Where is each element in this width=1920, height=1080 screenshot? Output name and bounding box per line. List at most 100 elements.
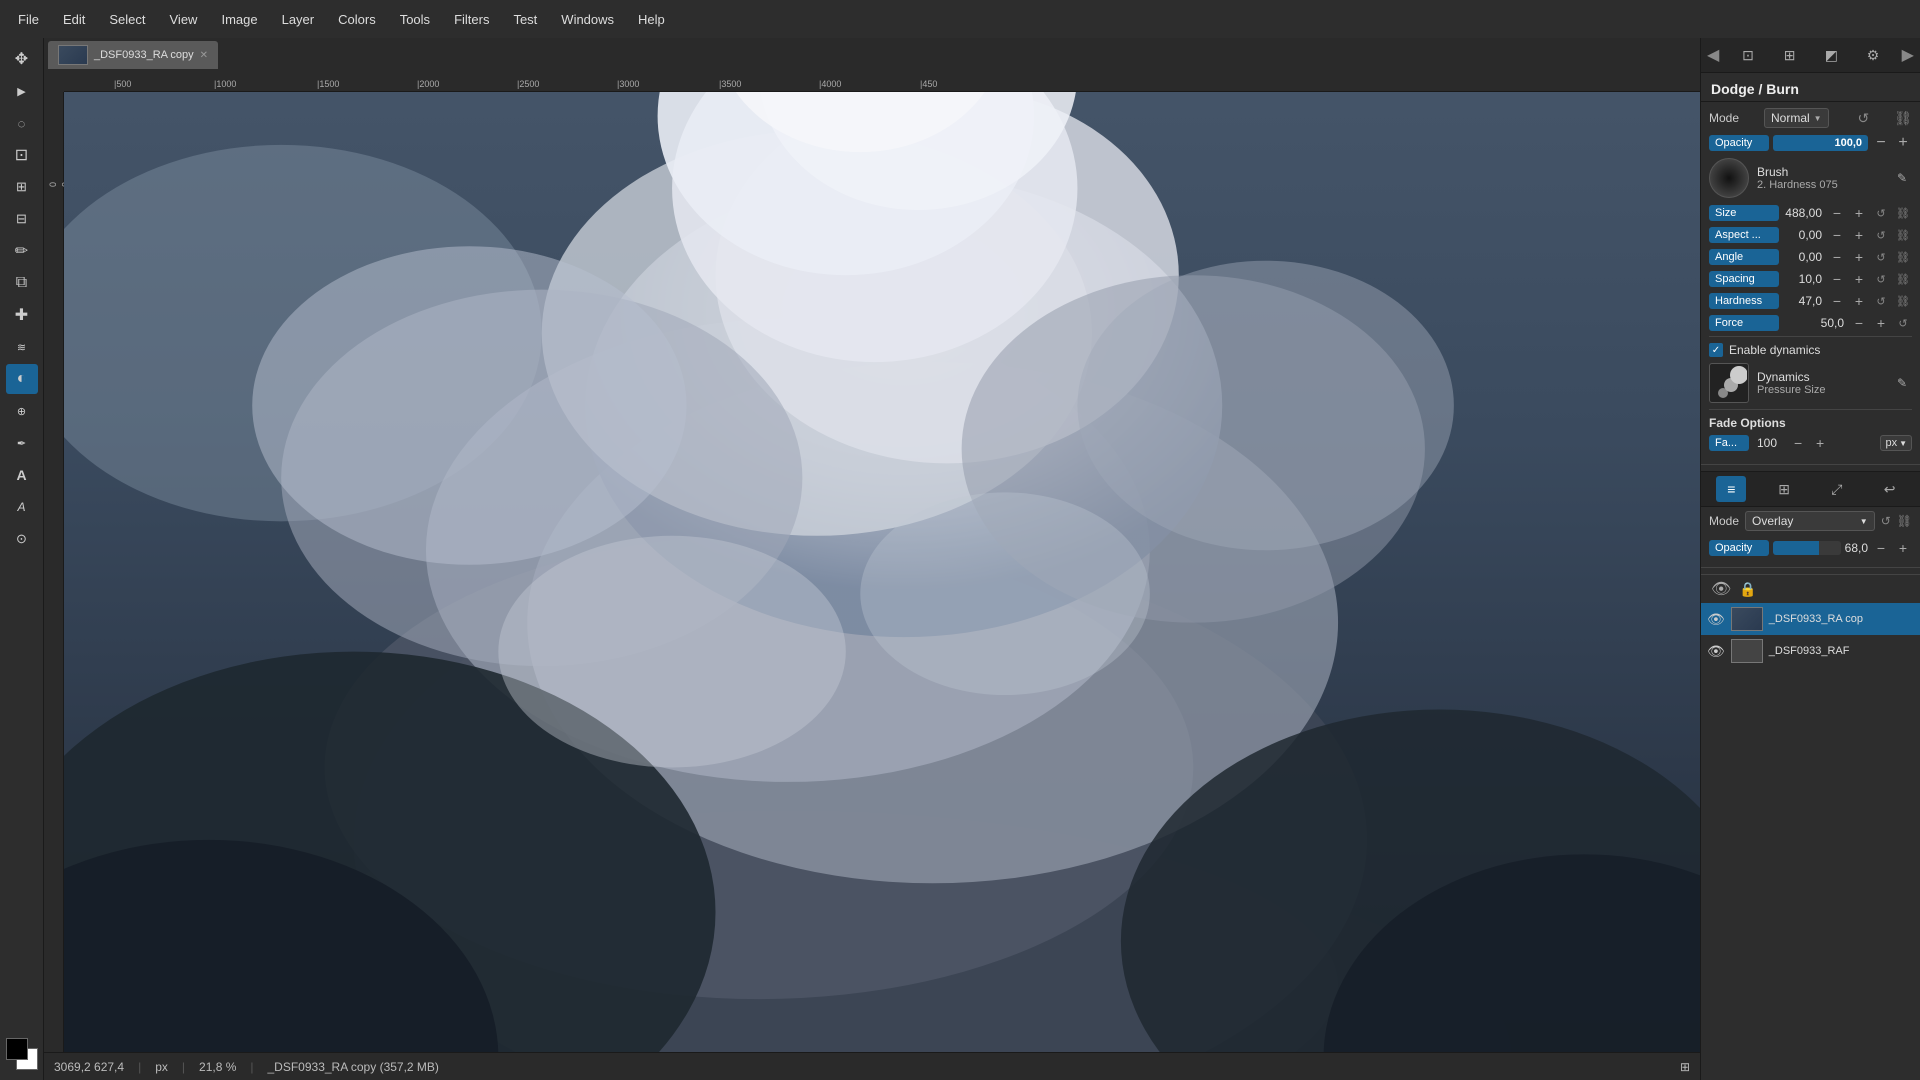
bottom-mode-reset[interactable]: ↺: [1881, 514, 1891, 528]
color-swatches[interactable]: [6, 1038, 38, 1070]
dynamics-icon[interactable]: [1709, 363, 1749, 403]
status-expand[interactable]: ⊞: [1680, 1060, 1690, 1074]
bottom-mode-dropdown[interactable]: Overlay ▼: [1745, 511, 1875, 531]
ctrl-label-spacing[interactable]: Spacing: [1709, 271, 1779, 287]
tool-transform[interactable]: ⊡: [6, 140, 38, 170]
layer-item-0[interactable]: 👁 _DSF0933_RA cop: [1701, 603, 1920, 635]
bottom-opacity-minus[interactable]: −: [1872, 539, 1890, 557]
tool-pencil[interactable]: ✏: [6, 236, 38, 266]
menu-view[interactable]: View: [160, 8, 208, 31]
ctrl-plus-angle[interactable]: +: [1850, 248, 1868, 266]
panel-icon-tab-expand[interactable]: ⤢: [1822, 476, 1852, 502]
ctrl-label-hardness[interactable]: Hardness: [1709, 293, 1779, 309]
ctrl-chain-aspect[interactable]: ⛓: [1894, 226, 1912, 244]
menu-help[interactable]: Help: [628, 8, 675, 31]
menu-select[interactable]: Select: [99, 8, 155, 31]
tool-heal[interactable]: ✚: [6, 300, 38, 330]
panel-icon-settings[interactable]: ⚙: [1860, 42, 1886, 68]
brush-edit-button[interactable]: ✎: [1892, 168, 1912, 188]
ctrl-reset-spacing[interactable]: ↺: [1872, 270, 1890, 288]
bottom-opacity-track[interactable]: [1773, 541, 1841, 555]
ctrl-plus-hardness[interactable]: +: [1850, 292, 1868, 310]
fade-label[interactable]: Fa...: [1709, 435, 1749, 451]
panel-icon-tab-list[interactable]: ≡: [1716, 476, 1746, 502]
fade-minus[interactable]: −: [1789, 434, 1807, 452]
menu-image[interactable]: Image: [211, 8, 267, 31]
mode-reset-icon[interactable]: ↺: [1858, 110, 1870, 127]
menu-tools[interactable]: Tools: [390, 8, 440, 31]
tool-dodge-burn[interactable]: ◐: [6, 364, 38, 394]
bottom-opacity-label[interactable]: Opacity: [1709, 540, 1769, 556]
menu-file[interactable]: File: [8, 8, 49, 31]
tool-playback[interactable]: ▶: [6, 76, 38, 106]
eye-icon[interactable]: 👁: [1711, 579, 1731, 599]
canvas-viewport[interactable]: [64, 92, 1700, 1052]
tool-text[interactable]: A: [6, 460, 38, 490]
doc-tab-close[interactable]: ✕: [200, 50, 208, 61]
ctrl-chain-hardness[interactable]: ⛓: [1894, 292, 1912, 310]
ctrl-label-aspect[interactable]: Aspect ...: [1709, 227, 1779, 243]
bottom-mode-chain[interactable]: ⛓: [1897, 514, 1912, 528]
ctrl-chain-angle[interactable]: ⛓: [1894, 248, 1912, 266]
ctrl-label-force[interactable]: Force: [1709, 315, 1779, 331]
ctrl-minus-angle[interactable]: −: [1828, 248, 1846, 266]
ctrl-label-size[interactable]: Size: [1709, 205, 1779, 221]
menu-filters[interactable]: Filters: [444, 8, 499, 31]
opacity-track[interactable]: 100,0: [1773, 135, 1868, 151]
enable-dynamics-checkbox[interactable]: ✓: [1709, 343, 1723, 357]
menu-windows[interactable]: Windows: [551, 8, 624, 31]
ctrl-plus-spacing[interactable]: +: [1850, 270, 1868, 288]
ctrl-plus-size[interactable]: +: [1850, 204, 1868, 222]
layer-eye-1[interactable]: 👁: [1707, 643, 1725, 660]
ctrl-reset-force[interactable]: ↺: [1894, 314, 1912, 332]
panel-next-arrow[interactable]: ▶: [1902, 45, 1914, 65]
panel-prev-arrow[interactable]: ◀: [1707, 45, 1719, 65]
ctrl-reset-angle[interactable]: ↺: [1872, 248, 1890, 266]
layer-item-1[interactable]: 👁 _DSF0933_RAF: [1701, 635, 1920, 667]
panel-icon-tab-undo[interactable]: ↩: [1875, 476, 1905, 502]
tool-clone[interactable]: ⧉: [6, 268, 38, 298]
tool-color-picker[interactable]: ⊕: [6, 396, 38, 426]
ctrl-minus-size[interactable]: −: [1828, 204, 1846, 222]
panel-icon-tab-grid[interactable]: ⊞: [1769, 476, 1799, 502]
lock-icon[interactable]: 🔒: [1739, 581, 1756, 598]
tool-path[interactable]: ✒: [6, 428, 38, 458]
ctrl-minus-force[interactable]: −: [1850, 314, 1868, 332]
ctrl-chain-spacing[interactable]: ⛓: [1894, 270, 1912, 288]
bottom-opacity-plus[interactable]: +: [1894, 539, 1912, 557]
ctrl-reset-size[interactable]: ↺: [1872, 204, 1890, 222]
menu-layer[interactable]: Layer: [272, 8, 325, 31]
menu-colors[interactable]: Colors: [328, 8, 386, 31]
doc-tab-active[interactable]: _DSF0933_RA copy ✕: [48, 41, 218, 69]
panel-icon-screen[interactable]: ⊡: [1735, 42, 1761, 68]
panel-icon-color[interactable]: ◩: [1818, 42, 1844, 68]
ctrl-plus-aspect[interactable]: +: [1850, 226, 1868, 244]
ctrl-minus-aspect[interactable]: −: [1828, 226, 1846, 244]
layer-eye-0[interactable]: 👁: [1707, 611, 1725, 628]
tool-move[interactable]: ✥: [6, 44, 38, 74]
brush-preview[interactable]: [1709, 158, 1749, 198]
fade-unit-dropdown[interactable]: px ▼: [1880, 435, 1912, 451]
tool-zoom[interactable]: ⊙: [6, 524, 38, 554]
ctrl-minus-hardness[interactable]: −: [1828, 292, 1846, 310]
ctrl-label-angle[interactable]: Angle: [1709, 249, 1779, 265]
opacity-plus[interactable]: +: [1894, 134, 1912, 152]
ctrl-reset-hardness[interactable]: ↺: [1872, 292, 1890, 310]
tool-smudge[interactable]: ≋: [6, 332, 38, 362]
ctrl-minus-spacing[interactable]: −: [1828, 270, 1846, 288]
tool-text-path[interactable]: A: [6, 492, 38, 522]
mode-chain-icon[interactable]: ⛓: [1894, 110, 1912, 127]
tool-crop[interactable]: ⊟: [6, 204, 38, 234]
ctrl-plus-force[interactable]: +: [1872, 314, 1890, 332]
ctrl-reset-aspect[interactable]: ↺: [1872, 226, 1890, 244]
panel-icon-brush[interactable]: ⊞: [1777, 42, 1803, 68]
opacity-minus[interactable]: −: [1872, 134, 1890, 152]
tool-lasso[interactable]: ◌: [6, 108, 38, 138]
dynamics-edit-button[interactable]: ✎: [1892, 373, 1912, 393]
menu-test[interactable]: Test: [503, 8, 547, 31]
ctrl-chain-size[interactable]: ⛓: [1894, 204, 1912, 222]
mode-dropdown[interactable]: Normal ▼: [1764, 108, 1829, 128]
fade-plus[interactable]: +: [1811, 434, 1829, 452]
opacity-label[interactable]: Opacity: [1709, 135, 1769, 151]
tool-align[interactable]: ⊞: [6, 172, 38, 202]
